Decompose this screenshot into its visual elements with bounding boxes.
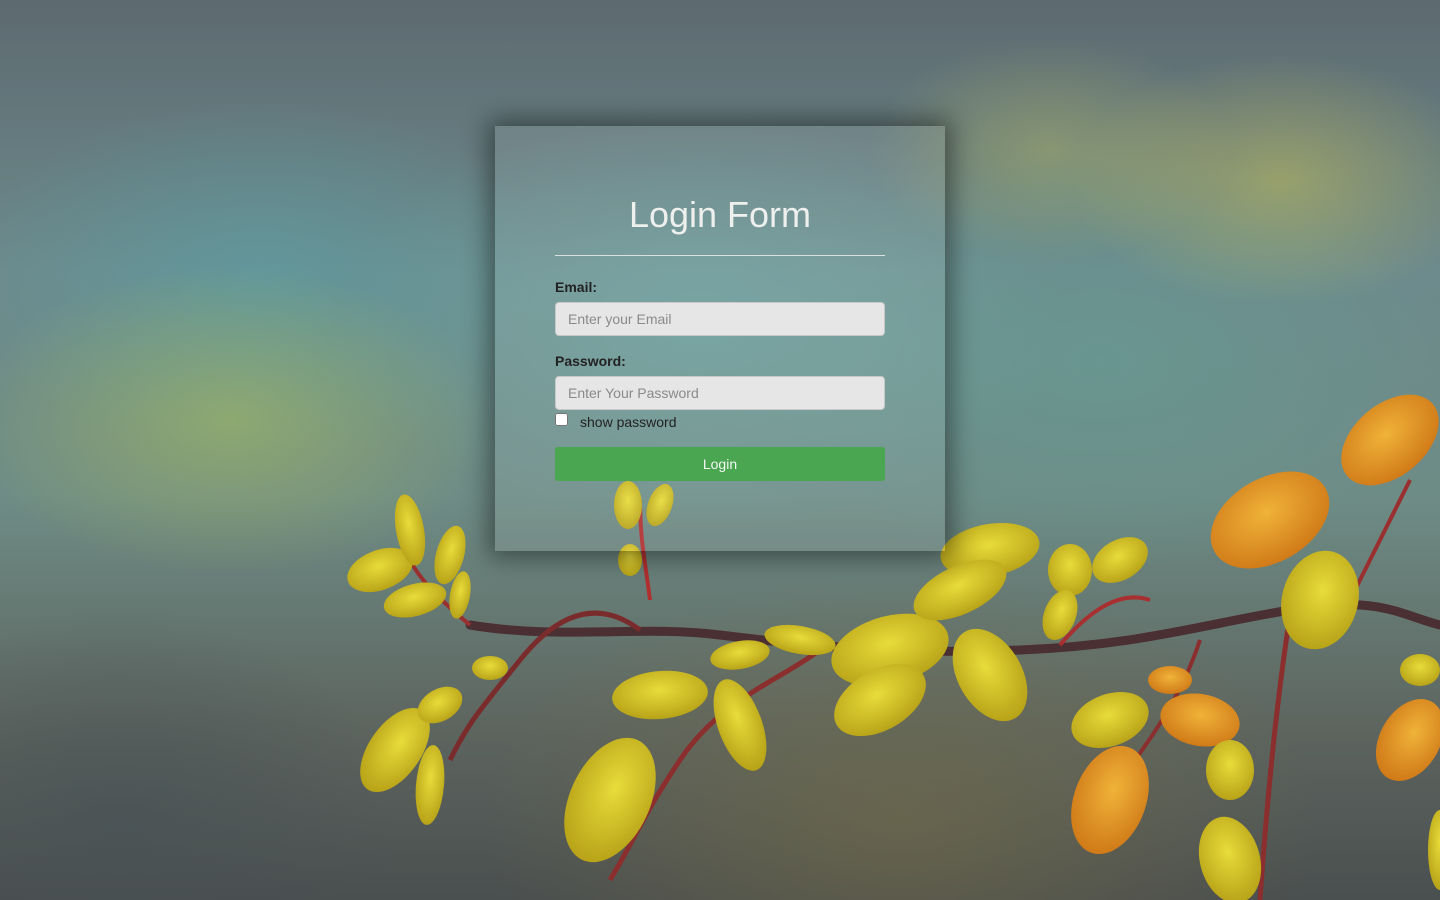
title-divider (555, 255, 885, 256)
form-title: Login Form (628, 194, 812, 235)
email-label: Email: (555, 279, 598, 295)
password-input[interactable] (555, 376, 885, 410)
email-input[interactable] (555, 302, 885, 336)
show-password-checkbox[interactable] (555, 413, 568, 426)
show-password-label: show password (580, 414, 677, 430)
password-label: Password: (555, 353, 626, 369)
login-button[interactable]: Login (555, 447, 885, 481)
login-card: Login Form Email: Password: show passwor… (495, 126, 945, 551)
